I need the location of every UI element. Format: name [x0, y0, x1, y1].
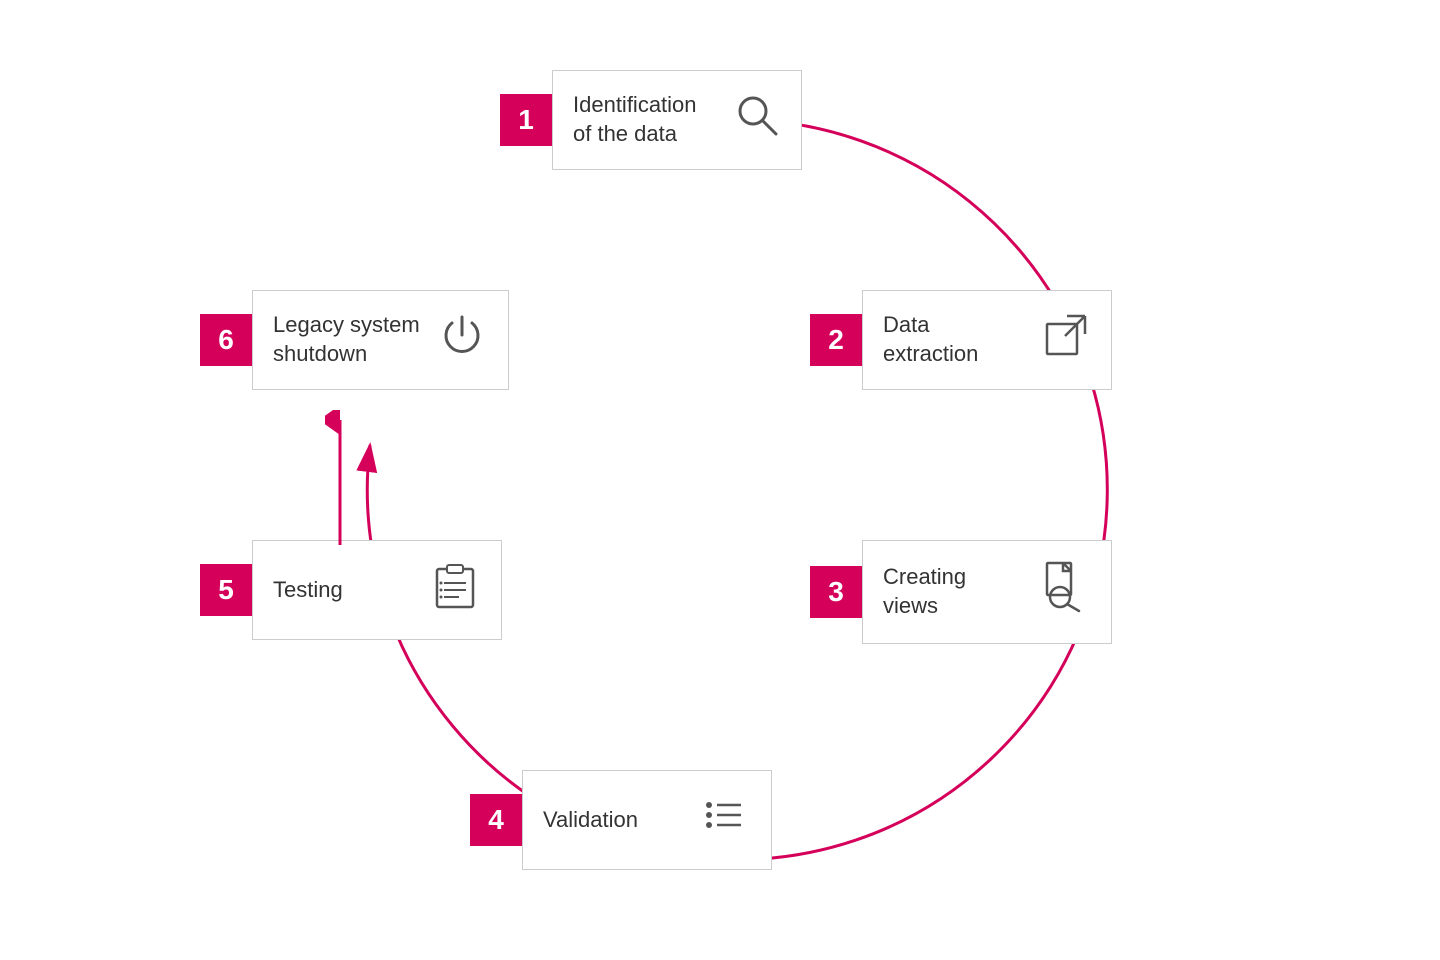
step-1-number: 1 [500, 94, 552, 146]
step-6-label: Legacy systemshutdown [273, 311, 420, 368]
step-2-label: Dataextraction [883, 311, 978, 368]
file-search-icon [1035, 559, 1091, 625]
step-5-box: Testing [252, 540, 502, 640]
step-3-number: 3 [810, 566, 862, 618]
step-6-box: Legacy systemshutdown [252, 290, 509, 390]
step-4-label: Validation [543, 806, 638, 835]
clipboard-icon [429, 559, 481, 621]
step-1-label: Identificationof the data [573, 91, 697, 148]
step-3: 3 Creatingviews [810, 540, 1112, 644]
step-4: 4 Validation [470, 770, 772, 870]
step-5-number: 5 [200, 564, 252, 616]
search-icon [733, 91, 781, 149]
step-2-box: Dataextraction [862, 290, 1112, 390]
step-2: 2 Dataextraction [810, 290, 1112, 390]
step-2-number: 2 [810, 314, 862, 366]
step-5-label: Testing [273, 576, 343, 605]
step-1-box: Identificationof the data [552, 70, 802, 170]
step-3-box: Creatingviews [862, 540, 1112, 644]
step-4-box: Validation [522, 770, 772, 870]
step-6-number: 6 [200, 314, 252, 366]
step-5: 5 Testing [200, 540, 502, 640]
step-1: 1 Identificationof the data [500, 70, 802, 170]
step-6: 6 Legacy systemshutdown [200, 290, 509, 390]
power-icon [436, 309, 488, 371]
step-3-label: Creatingviews [883, 563, 966, 620]
step-4-number: 4 [470, 794, 522, 846]
export-icon [1041, 310, 1091, 370]
diagram-container: 1 Identificationof the data 2 Dataextrac… [170, 40, 1270, 920]
list-icon [699, 789, 751, 851]
up-arrow [325, 410, 355, 550]
